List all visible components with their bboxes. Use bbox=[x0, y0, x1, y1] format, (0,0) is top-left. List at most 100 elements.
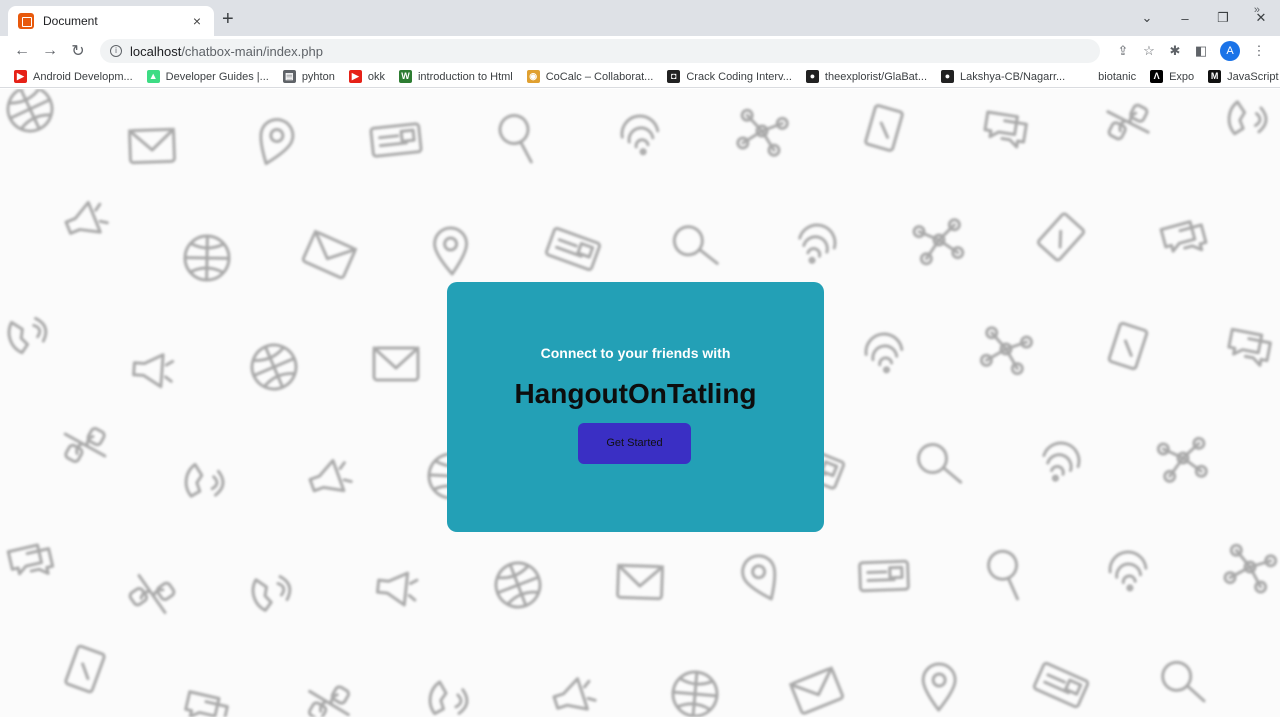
tab-strip: Document × + ⌄ – ❐ ✕ bbox=[0, 0, 1280, 36]
android-icon: ▲ bbox=[146, 70, 160, 83]
github-icon: ● bbox=[941, 70, 955, 83]
get-started-button[interactable]: Get Started bbox=[578, 423, 691, 464]
tab-close-icon[interactable]: × bbox=[188, 13, 206, 29]
bookmark-label: Crack Coding Interv... bbox=[686, 70, 792, 83]
pattern-doodle bbox=[616, 563, 665, 601]
pattern-doodle bbox=[64, 644, 106, 694]
bookmark-label: theexplorist/GlaBat... bbox=[824, 70, 928, 83]
pattern-doodle bbox=[736, 108, 789, 157]
youtube-icon: ▶ bbox=[14, 70, 27, 83]
pattern-doodle bbox=[1156, 436, 1208, 483]
minimize-button[interactable]: – bbox=[1166, 11, 1204, 26]
pattern-doodle bbox=[1227, 327, 1272, 367]
pattern-doodle bbox=[251, 575, 292, 612]
bookmark-label: CoCalc – Collaborat... bbox=[545, 70, 654, 83]
cc-icon: ◘ bbox=[667, 70, 681, 83]
doc-icon: ▤ bbox=[282, 70, 296, 83]
pattern-doodle bbox=[7, 316, 48, 355]
back-arrow-icon[interactable]: ← bbox=[8, 42, 36, 60]
pattern-doodle bbox=[916, 443, 963, 484]
blank-icon bbox=[1079, 70, 1093, 83]
pattern-doodle bbox=[1161, 660, 1206, 703]
expo-icon: Λ bbox=[1150, 70, 1164, 83]
address-bar[interactable]: i localhost /chatbox-main/index.php bbox=[100, 39, 1100, 63]
pattern-doodle bbox=[789, 666, 844, 715]
pattern-doodle bbox=[375, 571, 419, 607]
bookmark-item[interactable]: ▶ Android Developm... bbox=[14, 70, 133, 83]
pattern-doodle bbox=[545, 226, 601, 272]
pattern-doodle bbox=[672, 225, 719, 265]
pattern-doodle bbox=[184, 690, 229, 717]
url-host: localhost bbox=[130, 43, 182, 59]
pattern-doodle bbox=[671, 670, 719, 717]
forward-arrow-icon[interactable]: → bbox=[36, 42, 64, 60]
pattern-doodle bbox=[6, 89, 54, 133]
bookmark-item[interactable]: ▶ okk bbox=[348, 70, 385, 83]
pattern-doodle bbox=[983, 110, 1028, 149]
restore-button[interactable]: ❐ bbox=[1204, 10, 1242, 26]
pattern-doodle bbox=[1227, 100, 1268, 136]
bookmark-label: pyhton bbox=[301, 70, 335, 83]
pattern-doodle bbox=[494, 561, 542, 609]
pattern-doodle bbox=[1108, 550, 1148, 592]
pattern-doodle bbox=[858, 559, 910, 593]
bookmark-item[interactable]: ▲ Developer Guides |... bbox=[146, 70, 269, 83]
new-tab-button[interactable]: + bbox=[222, 9, 234, 29]
app-brand-title: HangoutOnTatling bbox=[514, 378, 757, 409]
pattern-doodle bbox=[127, 127, 176, 165]
side-panel-icon[interactable]: ◧ bbox=[1188, 43, 1214, 59]
menu-kebab-icon[interactable]: ⋮ bbox=[1246, 43, 1272, 59]
bookmark-label: Lakshya-CB/Nagarr... bbox=[960, 70, 1066, 83]
tab-title: Document bbox=[43, 14, 98, 28]
url-path: /chatbox-main/index.php bbox=[181, 43, 323, 59]
pattern-doodle bbox=[921, 662, 957, 712]
reload-icon[interactable]: ↻ bbox=[64, 41, 92, 61]
pattern-doodle bbox=[63, 427, 107, 463]
cocalc-icon: ◉ bbox=[526, 70, 540, 83]
github-icon: ● bbox=[805, 70, 819, 83]
welcome-card: Connect to your friends with HangoutOnTa… bbox=[447, 282, 824, 532]
extensions-puzzle-icon[interactable]: ✱ bbox=[1162, 43, 1188, 59]
bookmark-label: okk bbox=[367, 70, 385, 83]
bookmark-item[interactable]: ◘ Crack Coding Interv... bbox=[667, 70, 792, 83]
pattern-doodle bbox=[798, 223, 837, 264]
bookmark-star-icon[interactable]: ☆ bbox=[1136, 43, 1162, 59]
pattern-doodle bbox=[1106, 103, 1150, 141]
bookmark-item[interactable]: ● theexplorist/GlaBat... bbox=[805, 70, 928, 83]
bookmark-item[interactable]: ◉ CoCalc – Collaborat... bbox=[526, 70, 654, 83]
pattern-doodle bbox=[1223, 543, 1278, 594]
pattern-doodle bbox=[1036, 212, 1086, 262]
pattern-doodle bbox=[620, 114, 660, 156]
profile-avatar[interactable]: A bbox=[1220, 41, 1240, 61]
bookmark-item[interactable]: Wintroduction to Html bbox=[398, 70, 513, 83]
bookmark-item[interactable]: ● Lakshya-CB/Nagarr... bbox=[941, 70, 1065, 83]
browser-tab[interactable]: Document × bbox=[8, 6, 214, 36]
pattern-doodle bbox=[912, 218, 965, 266]
bookmark-item[interactable]: Λ Expo bbox=[1150, 70, 1194, 83]
bookmark-item[interactable]: biotanic bbox=[1079, 70, 1136, 83]
site-info-icon[interactable]: i bbox=[110, 45, 122, 57]
bookmark-item[interactable]: ▤ pyhton bbox=[282, 70, 335, 83]
pattern-doodle bbox=[864, 332, 904, 374]
page-viewport: Connect to your friends with HangoutOnTa… bbox=[0, 89, 1280, 717]
bookmark-label: Android Developm... bbox=[33, 70, 133, 83]
pattern-doodle bbox=[250, 343, 298, 391]
pattern-doodle bbox=[132, 353, 175, 389]
bookmark-label: Expo bbox=[1169, 70, 1195, 83]
pattern-doodle bbox=[979, 326, 1033, 376]
pattern-doodle bbox=[1042, 441, 1081, 482]
pattern-doodle bbox=[1107, 321, 1149, 371]
pattern-doodle bbox=[308, 459, 353, 493]
browser-toolbar: ← → ↻ i localhost /chatbox-main/index.ph… bbox=[0, 36, 1280, 66]
pattern-doodle bbox=[428, 680, 469, 716]
close-window-button[interactable]: ✕ bbox=[1242, 10, 1280, 26]
tab-search-icon[interactable]: ⌄ bbox=[1128, 10, 1166, 26]
pattern-doodle bbox=[864, 104, 904, 152]
share-icon[interactable]: ⇪ bbox=[1110, 43, 1136, 59]
youtube-icon: ▶ bbox=[348, 70, 362, 83]
bookmark-item[interactable]: M JavaScript | MDN bbox=[1208, 70, 1280, 83]
bookmark-label: JavaScript | MDN bbox=[1227, 70, 1280, 83]
pattern-doodle bbox=[987, 549, 1020, 601]
pattern-doodle bbox=[6, 543, 55, 576]
bookmarks-overflow-icon[interactable]: » bbox=[1254, 4, 1260, 16]
